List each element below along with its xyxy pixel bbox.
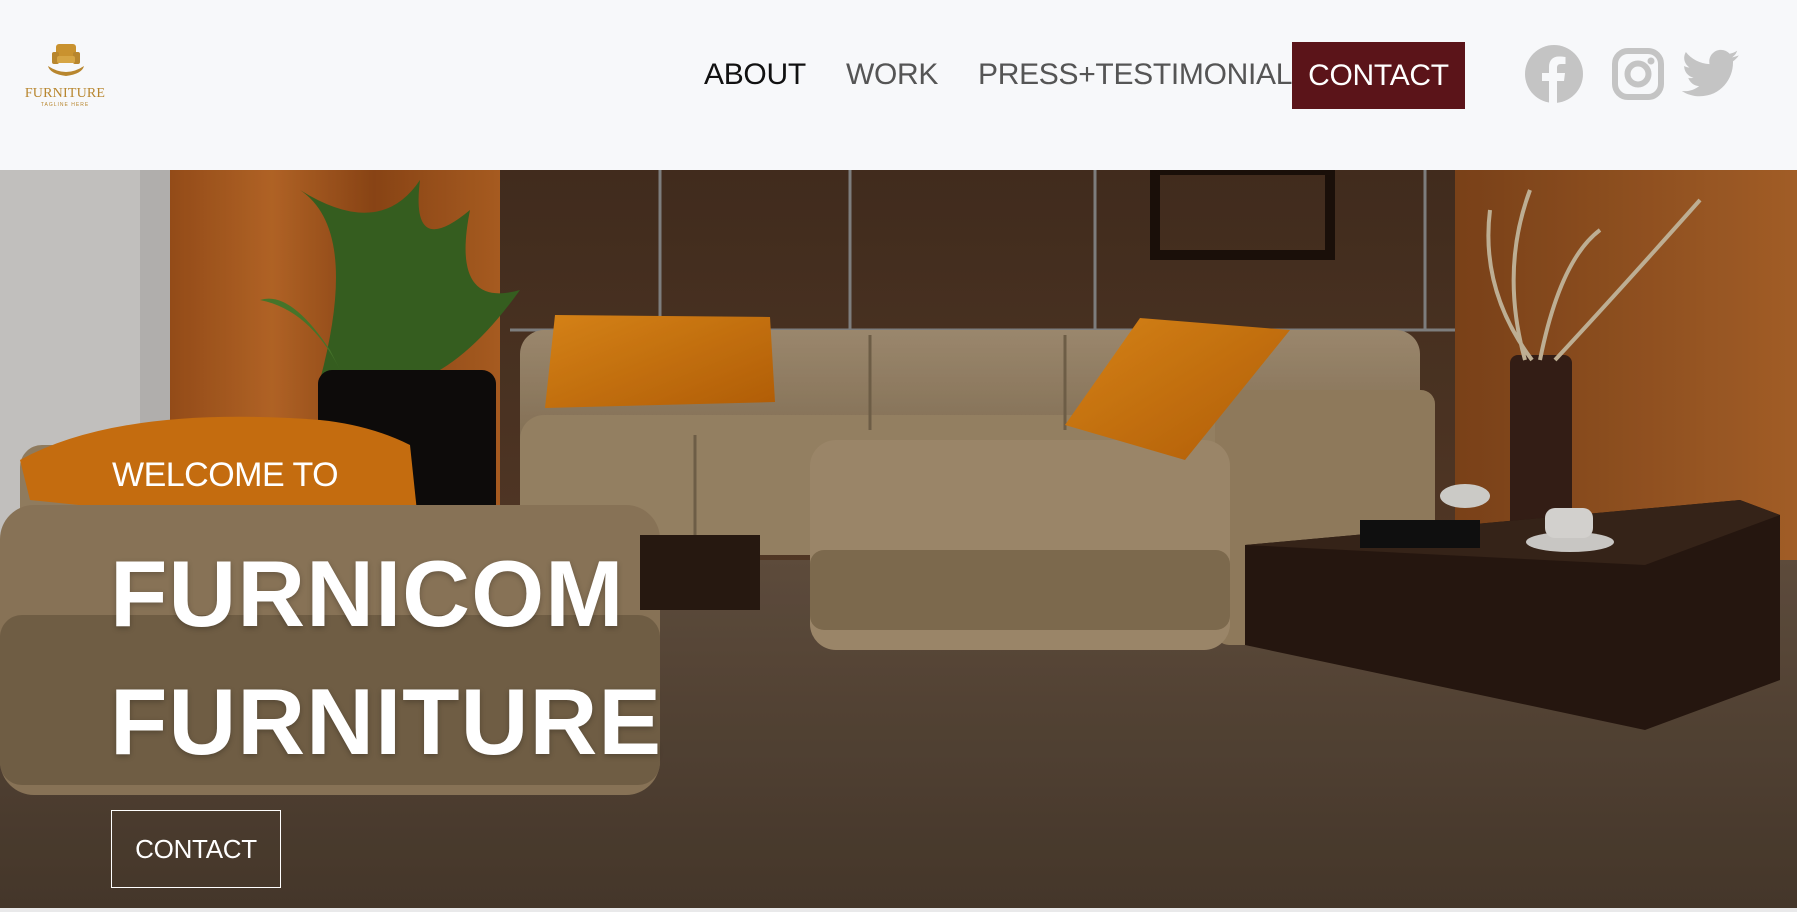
contact-button[interactable]: CONTACT	[1292, 42, 1465, 109]
twitter-icon[interactable]	[1682, 48, 1740, 100]
hero-eyebrow: WELCOME TO	[112, 456, 339, 494]
facebook-icon[interactable]	[1524, 44, 1584, 104]
hero-section: WELCOME TO FURNICOM FURNITURE CONTACT	[0, 170, 1797, 908]
logo-text: FURNITURE	[24, 86, 106, 101]
site-header: FURNITURE TAGLINE HERE ABOUT WORK PRESS+…	[0, 0, 1797, 170]
logo-tagline: TAGLINE HERE	[40, 102, 90, 108]
logo[interactable]: FURNITURE TAGLINE HERE	[24, 42, 106, 108]
hero-title-line-2: FURNITURE	[110, 669, 663, 774]
hero-title: FURNICOM FURNITURE	[110, 530, 730, 786]
page-bottom-divider	[0, 908, 1797, 912]
nav-link-about[interactable]: ABOUT	[704, 58, 806, 92]
instagram-icon[interactable]	[1612, 48, 1664, 100]
nav-link-press-testimonial[interactable]: PRESS+TESTIMONIAL	[978, 58, 1292, 92]
hero-contact-button[interactable]: CONTACT	[111, 810, 281, 888]
hero-title-line-1: FURNICOM	[110, 541, 625, 646]
armchair-in-hand-icon	[48, 44, 84, 76]
nav-link-work[interactable]: WORK	[846, 58, 938, 92]
